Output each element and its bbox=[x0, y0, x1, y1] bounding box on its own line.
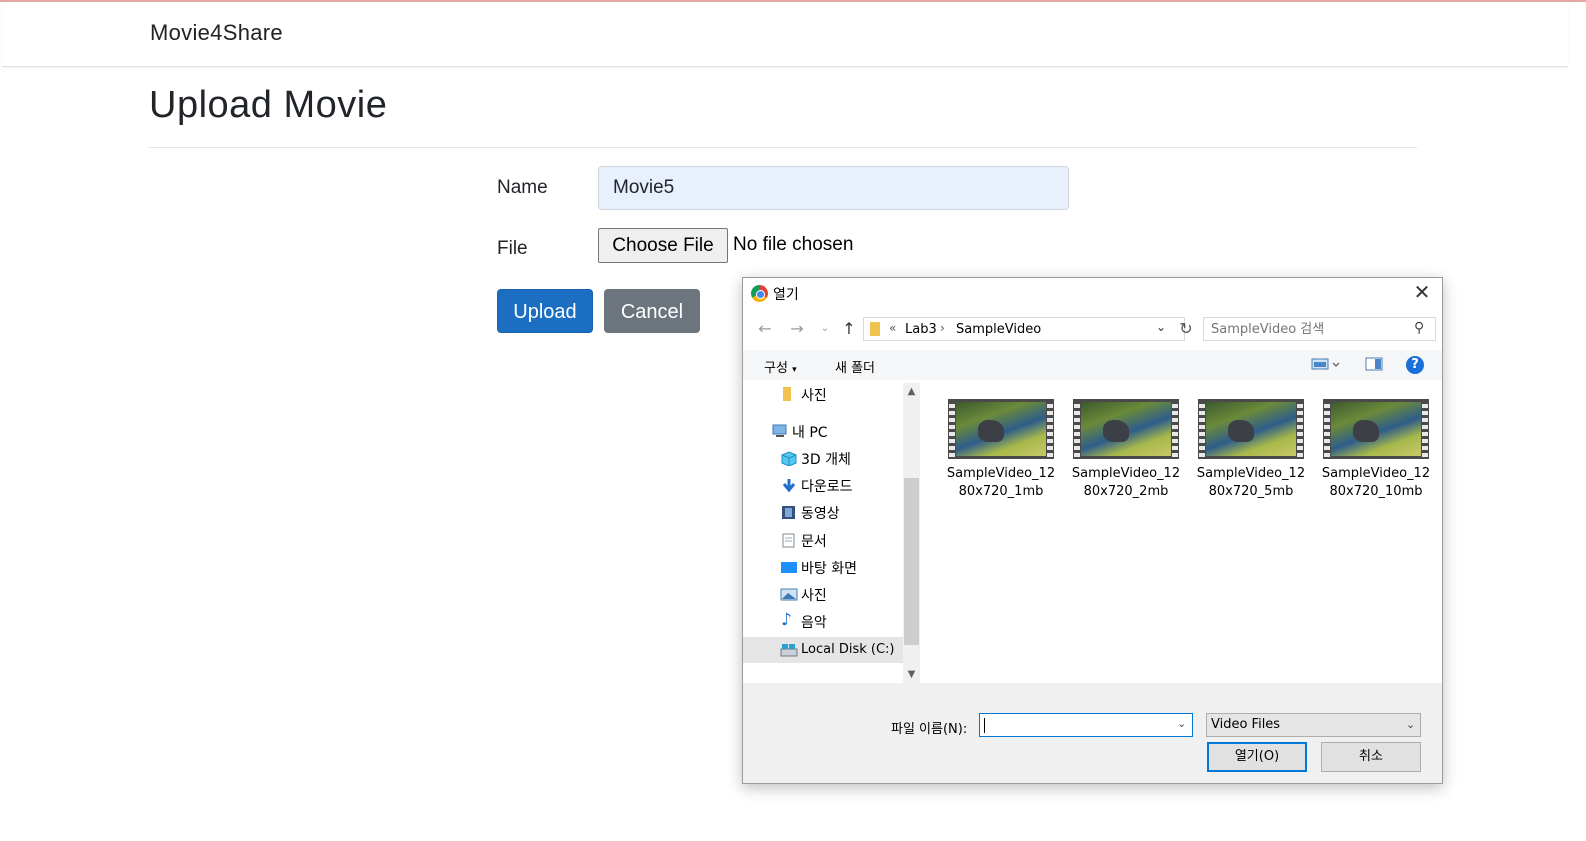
tree-item-label: 다운로드 bbox=[801, 479, 853, 495]
chevron-down-icon: ▾ bbox=[792, 365, 797, 375]
filetype-value: Video Files bbox=[1211, 717, 1281, 732]
choose-file-button[interactable]: Choose File bbox=[598, 228, 728, 263]
file-item[interactable]: SampleVideo_12 80x720_10mb bbox=[1298, 393, 1430, 499]
dialog-footer: 파일 이름(N): ⌄ Video Files ⌄ 열기(O) 취소 bbox=[743, 683, 1442, 783]
tree-item-videos[interactable]: 동영상 bbox=[743, 499, 903, 525]
text-caret bbox=[984, 718, 985, 733]
tree-item-photos-quick[interactable]: 사진 bbox=[743, 383, 903, 407]
breadcrumb-overflow[interactable]: « bbox=[889, 321, 896, 335]
forward-arrow-icon[interactable]: → bbox=[787, 318, 807, 340]
tree-item-downloads[interactable]: 다운로드 bbox=[743, 472, 903, 498]
download-icon bbox=[781, 478, 796, 493]
breadcrumb-samplevideo[interactable]: SampleVideo bbox=[956, 322, 1041, 337]
filename-label: 파일 이름(N): bbox=[891, 722, 968, 737]
close-icon[interactable]: ✕ bbox=[1411, 281, 1433, 303]
refresh-icon[interactable]: ↻ bbox=[1175, 318, 1197, 340]
name-label: Name bbox=[497, 177, 548, 198]
file-item[interactable]: SampleVideo_12 80x720_1mb bbox=[923, 393, 1055, 499]
search-icon: ⚲ bbox=[1414, 320, 1425, 336]
folder-icon bbox=[870, 322, 880, 336]
help-icon[interactable]: ? bbox=[1406, 356, 1424, 374]
desktop-icon bbox=[780, 560, 797, 574]
document-icon bbox=[781, 533, 795, 548]
file-status-text: No file chosen bbox=[733, 234, 854, 255]
open-button[interactable]: 열기(O) bbox=[1207, 742, 1307, 772]
file-item[interactable]: SampleVideo_12 80x720_2mb bbox=[1048, 393, 1180, 499]
page-title: Upload Movie bbox=[149, 84, 388, 126]
folder-icon bbox=[783, 387, 791, 401]
brand-link[interactable]: Movie4Share bbox=[150, 20, 283, 46]
title-divider bbox=[149, 147, 1417, 148]
pc-icon bbox=[772, 424, 787, 438]
filetype-select[interactable]: Video Files ⌄ bbox=[1206, 713, 1421, 737]
tree-item-local-disk[interactable]: Local Disk (C:) bbox=[743, 637, 903, 663]
video-thumbnail-icon bbox=[948, 399, 1054, 459]
new-folder-button[interactable]: 새 폴더 bbox=[835, 357, 875, 376]
file-label: File bbox=[497, 238, 528, 259]
file-name: SampleVideo_12 80x720_10mb bbox=[1321, 466, 1431, 499]
breadcrumb-lab3[interactable]: Lab3 bbox=[905, 322, 937, 337]
filename-input[interactable]: ⌄ bbox=[979, 713, 1193, 737]
view-options-icon[interactable] bbox=[1311, 356, 1341, 376]
organize-menu[interactable]: 구성 ▾ bbox=[764, 357, 797, 376]
tree-item-desktop[interactable]: 바탕 화면 bbox=[743, 554, 903, 580]
tree-item-3d-objects[interactable]: 3D 개체 bbox=[743, 445, 903, 471]
dialog-toolbar: 구성 ▾ 새 폴더 ? bbox=[743, 350, 1442, 380]
video-icon bbox=[781, 505, 795, 519]
scrollbar-thumb[interactable] bbox=[904, 478, 919, 645]
tree-item-documents[interactable]: 문서 bbox=[743, 527, 903, 553]
scroll-up-icon[interactable]: ▲ bbox=[903, 383, 920, 400]
cube-icon bbox=[781, 451, 797, 467]
chevron-down-icon[interactable]: ⌄ bbox=[1177, 717, 1186, 730]
search-box[interactable]: ⚲ bbox=[1203, 317, 1436, 341]
video-thumbnail-icon bbox=[1198, 399, 1304, 459]
preview-pane-icon[interactable] bbox=[1365, 356, 1383, 376]
tree-item-label: 내 PC bbox=[792, 425, 828, 441]
organize-label: 구성 bbox=[764, 361, 788, 376]
breadcrumb-separator-icon: › bbox=[940, 321, 945, 335]
video-thumbnail-icon bbox=[1073, 399, 1179, 459]
name-input[interactable]: Movie5 bbox=[598, 166, 1069, 210]
tree-item-label: 문서 bbox=[801, 534, 827, 550]
file-open-dialog: 열기 ✕ ← → ⌄ ↑ « Lab3 › SampleVideo ⌄ ↻ ⚲ … bbox=[742, 277, 1443, 784]
music-icon: ♪ bbox=[781, 610, 792, 630]
recent-locations-chevron-icon[interactable]: ⌄ bbox=[815, 318, 835, 340]
navigation-row: ← → ⌄ ↑ « Lab3 › SampleVideo ⌄ ↻ ⚲ bbox=[743, 316, 1442, 344]
tree-scrollbar[interactable]: ▲ ▼ bbox=[903, 383, 920, 683]
scroll-down-icon[interactable]: ▼ bbox=[903, 666, 920, 683]
tree-item-label: 사진 bbox=[801, 588, 827, 604]
video-thumbnail-icon bbox=[1323, 399, 1429, 459]
folder-tree: 사진 내 PC 3D 개체 다운로드 동영상 문서 바탕 화면 사진 ♪ 음악 … bbox=[743, 383, 903, 683]
tree-item-pictures[interactable]: 사진 bbox=[743, 581, 903, 607]
chrome-icon bbox=[751, 285, 768, 302]
upload-button[interactable]: Upload bbox=[497, 289, 593, 333]
dialog-title: 열기 bbox=[773, 287, 799, 303]
address-bar[interactable]: « Lab3 › SampleVideo ⌄ bbox=[863, 317, 1185, 341]
file-item[interactable]: SampleVideo_12 80x720_5mb bbox=[1173, 393, 1305, 499]
up-arrow-icon[interactable]: ↑ bbox=[839, 318, 859, 340]
navbar: Movie4Share bbox=[2, 2, 1568, 67]
address-dropdown-icon[interactable]: ⌄ bbox=[1156, 320, 1166, 334]
back-arrow-icon[interactable]: ← bbox=[755, 318, 775, 340]
tree-item-label: 3D 개체 bbox=[801, 452, 851, 468]
pictures-icon bbox=[780, 587, 798, 601]
tree-item-label: Local Disk (C:) bbox=[801, 642, 895, 657]
tree-item-label: 사진 bbox=[801, 388, 827, 404]
tree-item-music[interactable]: ♪ 음악 bbox=[743, 608, 903, 634]
tree-item-label: 음악 bbox=[801, 615, 827, 631]
search-input[interactable] bbox=[1204, 318, 1404, 340]
tree-item-label: 동영상 bbox=[801, 506, 840, 522]
tree-item-my-pc[interactable]: 내 PC bbox=[743, 418, 903, 444]
tree-item-label: 바탕 화면 bbox=[801, 561, 857, 577]
dialog-cancel-button[interactable]: 취소 bbox=[1321, 742, 1421, 772]
chevron-down-icon: ⌄ bbox=[1406, 718, 1416, 731]
disk-icon bbox=[780, 643, 798, 657]
cancel-button[interactable]: Cancel bbox=[604, 289, 700, 333]
file-list: SampleVideo_12 80x720_1mb SampleVideo_12 8… bbox=[923, 383, 1442, 683]
